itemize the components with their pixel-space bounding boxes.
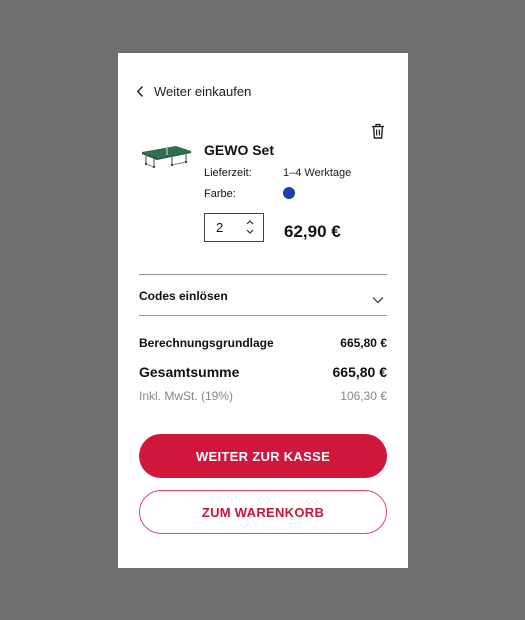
redeem-codes-toggle[interactable]: Codes einlösen: [139, 275, 387, 315]
stepper-arrows-icon[interactable]: [246, 219, 254, 235]
redeem-codes-label: Codes einlösen: [139, 289, 228, 303]
product-name[interactable]: GEWO Set: [204, 142, 274, 158]
divider: [139, 315, 387, 316]
quantity-stepper[interactable]: 2: [204, 213, 264, 242]
trash-icon[interactable]: [371, 123, 385, 139]
continue-shopping-link[interactable]: Weiter einkaufen: [136, 84, 251, 99]
product-image[interactable]: [139, 142, 193, 169]
delivery-value: 1–4 Werktage: [283, 167, 352, 179]
vat-label: Inkl. MwSt. (19%): [139, 389, 234, 403]
color-label: Farbe:: [204, 188, 236, 200]
subtotal-label: Berechnungsgrundlage: [139, 336, 274, 350]
cart-panel: Weiter einkaufen GEWO Set Lieferzeit: 1–…: [118, 53, 408, 568]
checkout-button[interactable]: WEITER ZUR KASSE: [139, 434, 387, 478]
quantity-value: 2: [216, 220, 224, 235]
total-label: Gesamtsumme: [139, 364, 240, 380]
vat-value: 106,30 €: [340, 389, 387, 403]
chevron-left-icon: [136, 85, 145, 99]
product-price: 62,90 €: [284, 222, 341, 241]
chevron-down-icon: [372, 291, 384, 304]
total-row: Gesamtsumme 665,80 €: [139, 364, 387, 380]
view-cart-button[interactable]: ZUM WARENKORB: [139, 490, 387, 534]
vat-row: Inkl. MwSt. (19%) 106,30 €: [139, 389, 387, 403]
subtotal-row: Berechnungsgrundlage 665,80 €: [139, 336, 387, 350]
total-value: 665,80 €: [332, 364, 388, 380]
delivery-label: Lieferzeit:: [204, 167, 252, 179]
color-swatch: [283, 187, 295, 199]
subtotal-value: 665,80 €: [340, 336, 387, 350]
continue-shopping-label: Weiter einkaufen: [154, 84, 252, 99]
